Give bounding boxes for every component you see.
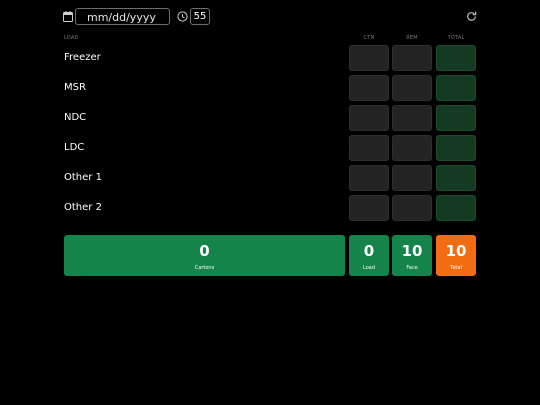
face-value: 10	[401, 242, 423, 260]
ctn-input[interactable]	[349, 75, 389, 101]
ctn-input[interactable]	[349, 195, 389, 221]
ctn-input[interactable]	[349, 165, 389, 191]
column-header-total: TOTAL	[447, 35, 465, 41]
row-label: NDC	[64, 112, 87, 123]
column-header-load: LOAD	[64, 35, 79, 41]
clock-icon	[177, 11, 188, 22]
rem-input[interactable]	[392, 195, 432, 221]
minutes-input[interactable]: 55	[190, 8, 210, 25]
total-cell	[436, 75, 476, 101]
date-input[interactable]: mm/dd/yyyy	[75, 8, 170, 25]
face-summary: 10 Face	[392, 235, 432, 276]
load-row-freezer: Freezer	[64, 45, 476, 71]
load-row-ndc: NDC	[64, 105, 476, 131]
row-label: Other 1	[64, 172, 102, 183]
load-label: Load	[363, 265, 375, 271]
load-row-other-1: Other 1	[64, 165, 476, 191]
column-header-ctn: CTN	[363, 35, 375, 41]
ctn-input[interactable]	[349, 135, 389, 161]
cartons-value: 0	[199, 242, 210, 260]
face-label: Face	[406, 265, 418, 271]
rem-input[interactable]	[392, 135, 432, 161]
total-cell	[436, 45, 476, 71]
rem-input[interactable]	[392, 165, 432, 191]
total-cell	[436, 135, 476, 161]
toolbar: mm/dd/yyyy 55	[63, 8, 477, 26]
rem-input[interactable]	[392, 45, 432, 71]
total-label: Total	[450, 265, 462, 271]
total-cell	[436, 195, 476, 221]
total-cell	[436, 165, 476, 191]
rem-input[interactable]	[392, 105, 432, 131]
ctn-input[interactable]	[349, 105, 389, 131]
refresh-icon[interactable]	[466, 11, 477, 22]
cartons-label: Cartons	[194, 265, 215, 271]
load-row-other-2: Other 2	[64, 195, 476, 221]
rem-input[interactable]	[392, 75, 432, 101]
column-header-rem: REM	[406, 35, 418, 41]
row-label: Other 2	[64, 202, 102, 213]
total-cell	[436, 105, 476, 131]
total-value: 10	[445, 242, 467, 260]
row-label: Freezer	[64, 52, 101, 63]
calendar-icon[interactable]	[63, 11, 73, 22]
row-label: MSR	[64, 82, 86, 93]
total-summary: 10 Total	[436, 235, 476, 276]
cartons-summary: 0 Cartons	[64, 235, 345, 276]
load-row-ldc: LDC	[64, 135, 476, 161]
ctn-input[interactable]	[349, 45, 389, 71]
load-row-msr: MSR	[64, 75, 476, 101]
load-value: 0	[363, 242, 375, 260]
row-label: LDC	[64, 142, 85, 153]
load-summary: 0 Load	[349, 235, 389, 276]
